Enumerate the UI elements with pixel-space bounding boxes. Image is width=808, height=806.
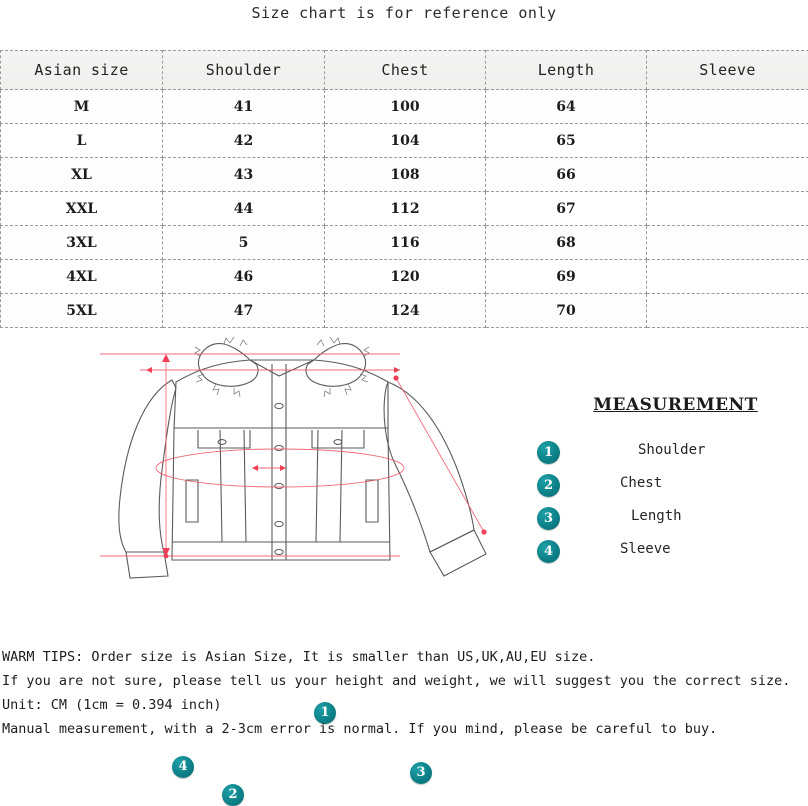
legend-label-sleeve: Sleeve: [620, 541, 671, 557]
legend-label-shoulder: Shoulder: [638, 442, 705, 458]
legend-item-chest: 2 Chest: [528, 471, 798, 504]
cell-length: 70: [486, 294, 647, 328]
diagram-marker-4-sleeve: 4: [172, 756, 194, 778]
legend-label-chest: Chest: [620, 475, 662, 491]
cell-chest: 112: [325, 192, 486, 226]
cell-chest: 120: [325, 260, 486, 294]
cell-sleeve: [647, 294, 808, 328]
column-header-shoulder: Shoulder: [163, 51, 325, 90]
legend-badge-3: 3: [537, 507, 560, 530]
diagram-marker-2-chest: 2: [222, 784, 244, 806]
table-header-row: Asian size Shoulder Chest Length Sleeve: [1, 51, 808, 90]
cell-chest: 124: [325, 294, 486, 328]
page-title: Size chart is for reference only: [0, 4, 808, 22]
cell-shoulder: 43: [163, 158, 325, 192]
cell-length: 64: [486, 90, 647, 124]
cell-sleeve: [647, 226, 808, 260]
cell-size: M: [1, 90, 163, 124]
table-row: 3XL 5 116 68: [1, 226, 808, 260]
table-row: 5XL 47 124 70: [1, 294, 808, 328]
legend-item-shoulder: 1 Shoulder: [528, 438, 798, 471]
legend-badge-1: 1: [537, 441, 560, 464]
cell-length: 69: [486, 260, 647, 294]
cell-sleeve: [647, 192, 808, 226]
cell-size: 5XL: [1, 294, 163, 328]
legend-title: MEASUREMENT: [568, 395, 783, 415]
cell-size: L: [1, 124, 163, 158]
diagram-marker-3-length: 3: [410, 762, 432, 784]
warm-tips: WARM TIPS: Order size is Asian Size, It …: [2, 645, 806, 741]
size-chart-table-container: Asian size Shoulder Chest Length Sleeve …: [0, 50, 808, 328]
warm-tips-line: WARM TIPS: Order size is Asian Size, It …: [2, 645, 806, 669]
legend-list: 1 Shoulder 2 Chest 3 Length 4 Sleeve: [528, 438, 798, 570]
cell-shoulder: 5: [163, 226, 325, 260]
size-chart-table: Asian size Shoulder Chest Length Sleeve …: [0, 50, 808, 328]
table-row: XL 43 108 66: [1, 158, 808, 192]
cell-shoulder: 47: [163, 294, 325, 328]
legend-item-length: 3 Length: [528, 504, 798, 537]
cell-length: 68: [486, 226, 647, 260]
table-row: XXL 44 112 67: [1, 192, 808, 226]
cell-sleeve: [647, 124, 808, 158]
column-header-asian-size: Asian size: [1, 51, 163, 90]
cell-shoulder: 46: [163, 260, 325, 294]
cell-length: 66: [486, 158, 647, 192]
column-header-chest: Chest: [325, 51, 486, 90]
cell-length: 65: [486, 124, 647, 158]
cell-chest: 100: [325, 90, 486, 124]
cell-size: XXL: [1, 192, 163, 226]
warm-tips-line: If you are not sure, please tell us your…: [2, 669, 806, 693]
warm-tips-line: Manual measurement, with a 2-3cm error i…: [2, 717, 806, 741]
cell-size: 4XL: [1, 260, 163, 294]
legend-badge-2: 2: [537, 474, 560, 497]
table-row: L 42 104 65: [1, 124, 808, 158]
table-row: M 41 100 64: [1, 90, 808, 124]
cell-shoulder: 44: [163, 192, 325, 226]
column-header-length: Length: [486, 51, 647, 90]
cell-shoulder: 42: [163, 124, 325, 158]
cell-length: 67: [486, 192, 647, 226]
cell-chest: 104: [325, 124, 486, 158]
jacket-illustration-icon: [100, 330, 520, 592]
legend-label-length: Length: [631, 508, 682, 524]
cell-size: 3XL: [1, 226, 163, 260]
cell-sleeve: [647, 260, 808, 294]
column-header-sleeve: Sleeve: [647, 51, 808, 90]
legend-badge-4: 4: [537, 540, 560, 563]
cell-sleeve: [647, 158, 808, 192]
legend-item-sleeve: 4 Sleeve: [528, 537, 798, 570]
cell-shoulder: 41: [163, 90, 325, 124]
warm-tips-line: Unit: CM (1cm = 0.394 inch): [2, 693, 806, 717]
measurement-legend: MEASUREMENT 1 Shoulder 2 Chest 3 Length …: [528, 395, 798, 570]
cell-chest: 116: [325, 226, 486, 260]
table-row: 4XL 46 120 69: [1, 260, 808, 294]
cell-chest: 108: [325, 158, 486, 192]
cell-size: XL: [1, 158, 163, 192]
cell-sleeve: [647, 90, 808, 124]
